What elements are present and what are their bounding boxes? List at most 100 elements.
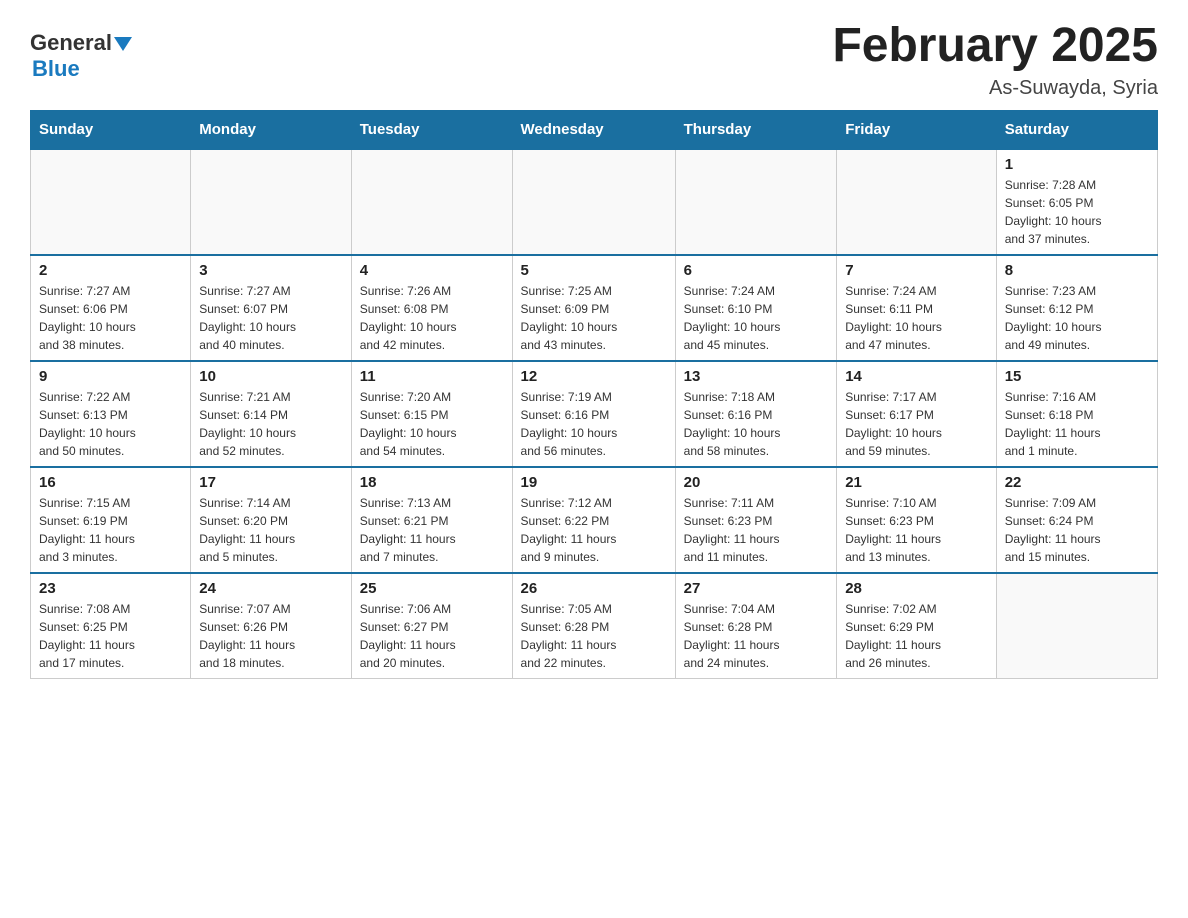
day-info: Sunrise: 7:20 AM Sunset: 6:15 PM Dayligh…: [360, 388, 504, 460]
calendar-day-cell: [351, 149, 512, 255]
calendar-header: SundayMondayTuesdayWednesdayThursdayFrid…: [31, 110, 1158, 149]
day-number: 27: [684, 580, 829, 597]
day-number: 15: [1005, 368, 1149, 385]
day-number: 4: [360, 262, 504, 279]
calendar-header-cell: Wednesday: [512, 110, 675, 149]
day-info: Sunrise: 7:27 AM Sunset: 6:07 PM Dayligh…: [199, 282, 343, 354]
day-number: 3: [199, 262, 343, 279]
calendar-day-cell: [675, 149, 837, 255]
calendar-day-cell: [512, 149, 675, 255]
calendar-header-cell: Monday: [191, 110, 352, 149]
day-info: Sunrise: 7:07 AM Sunset: 6:26 PM Dayligh…: [199, 600, 343, 672]
calendar-day-cell: 10Sunrise: 7:21 AM Sunset: 6:14 PM Dayli…: [191, 361, 352, 467]
logo: General Blue: [30, 30, 132, 82]
calendar-day-cell: [31, 149, 191, 255]
day-info: Sunrise: 7:21 AM Sunset: 6:14 PM Dayligh…: [199, 388, 343, 460]
day-number: 17: [199, 474, 343, 491]
day-number: 19: [521, 474, 667, 491]
calendar-day-cell: [996, 573, 1157, 679]
day-info: Sunrise: 7:19 AM Sunset: 6:16 PM Dayligh…: [521, 388, 667, 460]
day-number: 26: [521, 580, 667, 597]
calendar-body: 1 Sunrise: 7:28 AM Sunset: 6:05 PM Daylig…: [31, 149, 1158, 679]
calendar-day-cell: [191, 149, 352, 255]
calendar-day-cell: 26 Sunrise: 7:05 AM Sunset: 6:28 PM Dayli…: [512, 573, 675, 679]
calendar-day-cell: 27 Sunrise: 7:04 AM Sunset: 6:28 PM Dayli…: [675, 573, 837, 679]
calendar-day-cell: 12 Sunrise: 7:19 AM Sunset: 6:16 PM Dayli…: [512, 361, 675, 467]
day-info: Sunrise: 7:15 AM Sunset: 6:19 PM Dayligh…: [39, 494, 182, 566]
calendar-day-cell: 5 Sunrise: 7:25 AM Sunset: 6:09 PM Daylig…: [512, 255, 675, 361]
day-number: 24: [199, 580, 343, 597]
calendar-day-cell: 24 Sunrise: 7:07 AM Sunset: 6:26 PM Dayli…: [191, 573, 352, 679]
logo-general-text: General: [30, 30, 112, 56]
page-header: General Blue February 2025 As-Suwayda, S…: [30, 20, 1158, 100]
calendar-day-cell: 18 Sunrise: 7:13 AM Sunset: 6:21 PM Dayli…: [351, 467, 512, 573]
day-info: Sunrise: 7:11 AM Sunset: 6:23 PM Dayligh…: [684, 494, 829, 566]
calendar-day-cell: 28Sunrise: 7:02 AM Sunset: 6:29 PM Dayli…: [837, 573, 997, 679]
day-info: Sunrise: 7:09 AM Sunset: 6:24 PM Dayligh…: [1005, 494, 1149, 566]
day-info: Sunrise: 7:24 AM Sunset: 6:11 PM Dayligh…: [845, 282, 988, 354]
calendar-header-cell: Thursday: [675, 110, 837, 149]
day-number: 1: [1005, 156, 1149, 173]
page-subtitle: As-Suwayda, Syria: [832, 77, 1158, 100]
calendar-day-cell: 14Sunrise: 7:17 AM Sunset: 6:17 PM Dayli…: [837, 361, 997, 467]
day-info: Sunrise: 7:14 AM Sunset: 6:20 PM Dayligh…: [199, 494, 343, 566]
calendar-day-cell: 8 Sunrise: 7:23 AM Sunset: 6:12 PM Daylig…: [996, 255, 1157, 361]
day-info: Sunrise: 7:18 AM Sunset: 6:16 PM Dayligh…: [684, 388, 829, 460]
calendar-week-row: 23Sunrise: 7:08 AM Sunset: 6:25 PM Dayli…: [31, 573, 1158, 679]
day-number: 23: [39, 580, 182, 597]
day-number: 2: [39, 262, 182, 279]
calendar-day-cell: 2 Sunrise: 7:27 AM Sunset: 6:06 PM Daylig…: [31, 255, 191, 361]
day-info: Sunrise: 7:02 AM Sunset: 6:29 PM Dayligh…: [845, 600, 988, 672]
calendar-day-cell: 11Sunrise: 7:20 AM Sunset: 6:15 PM Dayli…: [351, 361, 512, 467]
day-number: 20: [684, 474, 829, 491]
calendar-header-cell: Sunday: [31, 110, 191, 149]
calendar-day-cell: 19Sunrise: 7:12 AM Sunset: 6:22 PM Dayli…: [512, 467, 675, 573]
day-info: Sunrise: 7:05 AM Sunset: 6:28 PM Dayligh…: [521, 600, 667, 672]
calendar-day-cell: 1 Sunrise: 7:28 AM Sunset: 6:05 PM Daylig…: [996, 149, 1157, 255]
logo-icon: General Blue: [30, 30, 132, 82]
day-number: 22: [1005, 474, 1149, 491]
day-info: Sunrise: 7:04 AM Sunset: 6:28 PM Dayligh…: [684, 600, 829, 672]
calendar-header-cell: Saturday: [996, 110, 1157, 149]
calendar-day-cell: [837, 149, 997, 255]
day-number: 16: [39, 474, 182, 491]
day-info: Sunrise: 7:28 AM Sunset: 6:05 PM Dayligh…: [1005, 176, 1149, 248]
day-info: Sunrise: 7:27 AM Sunset: 6:06 PM Dayligh…: [39, 282, 182, 354]
calendar-day-cell: 16 Sunrise: 7:15 AM Sunset: 6:19 PM Dayli…: [31, 467, 191, 573]
calendar-header-cell: Tuesday: [351, 110, 512, 149]
calendar-header-row: SundayMondayTuesdayWednesdayThursdayFrid…: [31, 110, 1158, 149]
calendar-table: SundayMondayTuesdayWednesdayThursdayFrid…: [30, 110, 1158, 679]
day-number: 6: [684, 262, 829, 279]
calendar-day-cell: 7Sunrise: 7:24 AM Sunset: 6:11 PM Daylig…: [837, 255, 997, 361]
calendar-week-row: 2 Sunrise: 7:27 AM Sunset: 6:06 PM Daylig…: [31, 255, 1158, 361]
day-info: Sunrise: 7:25 AM Sunset: 6:09 PM Dayligh…: [521, 282, 667, 354]
day-number: 8: [1005, 262, 1149, 279]
calendar-day-cell: 20 Sunrise: 7:11 AM Sunset: 6:23 PM Dayli…: [675, 467, 837, 573]
day-number: 18: [360, 474, 504, 491]
day-number: 5: [521, 262, 667, 279]
day-info: Sunrise: 7:24 AM Sunset: 6:10 PM Dayligh…: [684, 282, 829, 354]
day-info: Sunrise: 7:23 AM Sunset: 6:12 PM Dayligh…: [1005, 282, 1149, 354]
calendar-day-cell: 15 Sunrise: 7:16 AM Sunset: 6:18 PM Dayli…: [996, 361, 1157, 467]
logo-row2: Blue: [32, 56, 80, 82]
calendar-day-cell: 22 Sunrise: 7:09 AM Sunset: 6:24 PM Dayli…: [996, 467, 1157, 573]
day-info: Sunrise: 7:26 AM Sunset: 6:08 PM Dayligh…: [360, 282, 504, 354]
day-info: Sunrise: 7:17 AM Sunset: 6:17 PM Dayligh…: [845, 388, 988, 460]
day-info: Sunrise: 7:22 AM Sunset: 6:13 PM Dayligh…: [39, 388, 182, 460]
calendar-day-cell: 4 Sunrise: 7:26 AM Sunset: 6:08 PM Daylig…: [351, 255, 512, 361]
day-number: 12: [521, 368, 667, 385]
day-number: 9: [39, 368, 182, 385]
day-number: 13: [684, 368, 829, 385]
calendar-week-row: 9 Sunrise: 7:22 AM Sunset: 6:13 PM Daylig…: [31, 361, 1158, 467]
calendar-day-cell: 23Sunrise: 7:08 AM Sunset: 6:25 PM Dayli…: [31, 573, 191, 679]
day-info: Sunrise: 7:06 AM Sunset: 6:27 PM Dayligh…: [360, 600, 504, 672]
day-number: 25: [360, 580, 504, 597]
logo-row1: General: [30, 30, 132, 56]
logo-blue-text: Blue: [32, 56, 80, 81]
calendar-day-cell: 3 Sunrise: 7:27 AM Sunset: 6:07 PM Daylig…: [191, 255, 352, 361]
day-number: 21: [845, 474, 988, 491]
title-block: February 2025 As-Suwayda, Syria: [832, 20, 1158, 100]
day-info: Sunrise: 7:13 AM Sunset: 6:21 PM Dayligh…: [360, 494, 504, 566]
calendar-day-cell: 6 Sunrise: 7:24 AM Sunset: 6:10 PM Daylig…: [675, 255, 837, 361]
day-info: Sunrise: 7:16 AM Sunset: 6:18 PM Dayligh…: [1005, 388, 1149, 460]
